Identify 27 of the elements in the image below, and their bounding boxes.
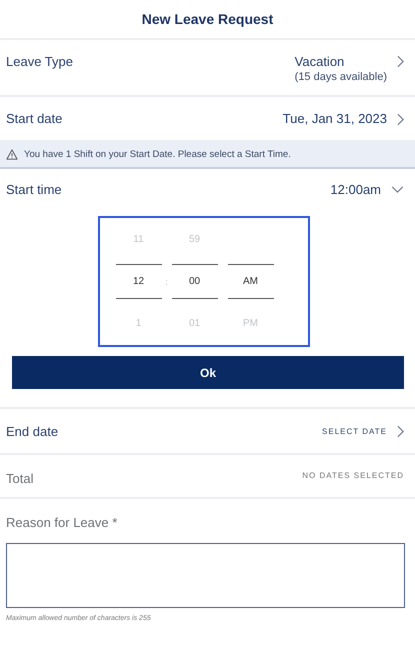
picker-option[interactable]: 00 — [188, 276, 200, 287]
end-date-row[interactable]: End date SELECT DATE — [0, 407, 415, 455]
field-label: Leave Type — [6, 54, 73, 69]
notice-text: You have 1 Shift on your Start Date. Please select a Start Time. — [24, 149, 291, 160]
chevron-right-icon — [397, 425, 404, 438]
chevron-right-icon — [397, 112, 404, 126]
field-value: Tue, Jan 31, 2023 — [282, 111, 387, 126]
available-days: (15 days available) — [294, 71, 387, 83]
reason-field[interactable] — [6, 543, 405, 608]
field-label: Total — [6, 471, 34, 486]
ok-button[interactable]: Ok — [12, 356, 404, 389]
field-label: Start time — [6, 182, 62, 196]
field-label: Reason for Leave * — [6, 515, 118, 530]
page-title: New Leave Request — [142, 11, 274, 27]
start-time-row[interactable]: Start time 12:00am — [0, 169, 415, 209]
picker-option[interactable]: 12 — [132, 276, 144, 287]
picker-option[interactable]: AM — [243, 276, 258, 287]
field-label: Start date — [6, 111, 62, 126]
time-separator: : — [164, 276, 169, 288]
field-value: Vacation — [294, 54, 346, 69]
chevron-right-icon — [397, 55, 404, 68]
field-label: End date — [6, 424, 58, 438]
field-value: 12:00am — [330, 182, 381, 196]
total-value: NO DATES SELECTED — [302, 471, 404, 480]
leave-type-row[interactable]: Leave Type Vacation (15 days available) — [0, 40, 415, 97]
select-date-link: SELECT DATE — [322, 426, 387, 436]
warning-icon — [6, 149, 18, 160]
